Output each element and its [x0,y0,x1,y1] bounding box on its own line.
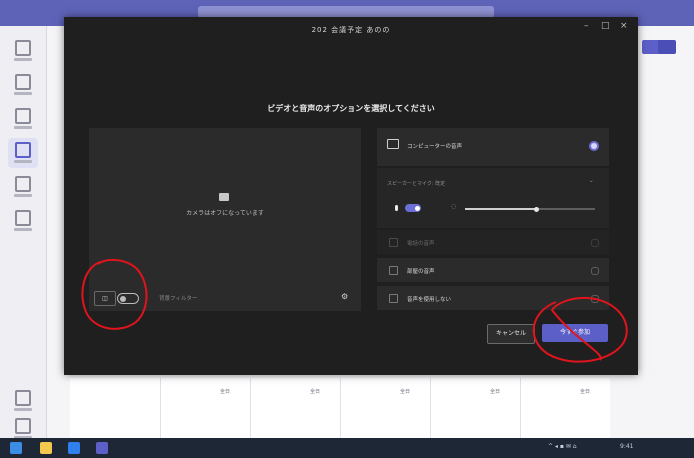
red-annotation [81,258,628,363]
